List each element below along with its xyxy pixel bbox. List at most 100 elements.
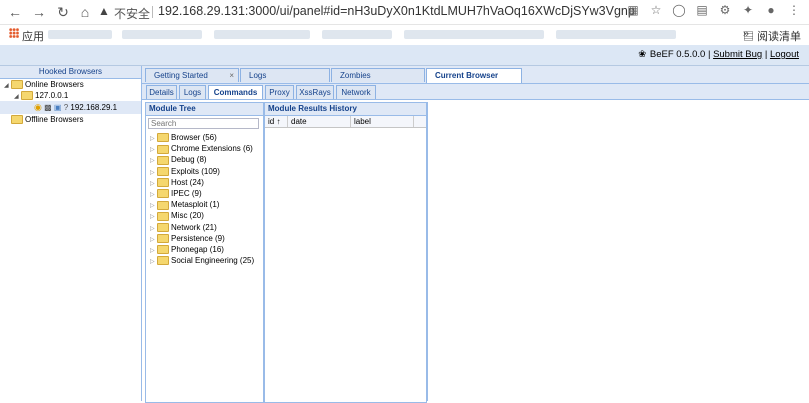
close-icon[interactable]: × [229,69,234,83]
back-icon[interactable]: ← [6,3,24,21]
module-results-panel: Module Results History id ↑ date label [264,102,427,403]
subtab-details[interactable]: Details [146,85,177,99]
os-icon: ▩ [44,103,52,112]
module-category[interactable]: ▷ Network (21) [150,222,262,233]
column-label[interactable]: label [351,116,414,127]
module-category-label: Persistence (9) [171,233,225,243]
module-category[interactable]: ▷ Social Engineering (25) [150,255,262,266]
main-tabs: Getting Started × Logs Zombies Current B… [142,66,809,84]
subtab-commands[interactable]: Commands [208,85,263,99]
module-search-input[interactable] [148,118,259,129]
beef-version: BeEF 0.5.0.0 [649,49,706,60]
folder-icon [157,245,169,255]
unknown-icon: ? [63,103,69,112]
folder-icon [157,222,169,232]
beef-header-links: ❀ BeEF 0.5.0.0 | Submit Bug | Logout [637,49,799,60]
module-category[interactable]: ▷ Metasploit (1) [150,199,262,210]
profile-icon[interactable]: ● [764,3,778,17]
tab-logs[interactable]: Logs [240,68,330,82]
expand-arrow-icon[interactable]: ▷ [150,257,157,268]
folder-icon [157,155,169,165]
main-area: Getting Started × Logs Zombies Current B… [142,66,809,403]
header-divider: | [707,49,711,60]
module-category[interactable]: ▷ IPEC (9) [150,188,262,199]
folder-icon [157,189,169,199]
tab-current-browser[interactable]: Current Browser [426,68,522,83]
folder-icon [21,91,33,101]
bookmark-blurred[interactable] [404,30,544,39]
module-category[interactable]: ▷ Exploits (109) [150,166,262,177]
folder-icon [157,166,169,176]
module-category[interactable]: ▷ Chrome Extensions (6) [150,143,262,154]
reading-list[interactable]: ▤ 阅读清单 [743,28,801,44]
submit-bug-link[interactable]: Submit Bug [713,49,762,60]
module-category[interactable]: ▷ Persistence (9) [150,233,262,244]
command-detail-panel [427,102,809,401]
hooked-browser-entry[interactable]: ◉ ▩ ▣ ? 192.168.29.1 [0,101,141,114]
apps-label[interactable]: 应用 [22,28,44,44]
subtab-network[interactable]: Network [336,85,376,99]
warning-icon[interactable]: ▲ [98,4,110,18]
browser-toolbar: ← → ↻ ⌂ ▲ 不安全 192.168.29.131:3000/ui/pan… [0,0,809,25]
module-category-label: Phonegap (16) [171,244,224,254]
module-tree-panel: Module Tree ▷Browser (56)▷Chrome Extensi… [145,102,264,403]
hooked-browsers-panel: Hooked Browsers ◢ Online Browsers ◢ 127.0.… [0,66,142,401]
tab-zombies[interactable]: Zombies [331,68,425,82]
bookmark-blurred[interactable] [214,30,310,39]
bookmark-blurred[interactable] [322,30,392,39]
settings-icon[interactable]: ⚙ [718,3,732,17]
extension-icons: ▦ ☆ ◯ ▤ ⚙ ✦ ● ⋮ [626,3,801,17]
chrome-icon: ◉ [34,102,42,112]
module-category-label: Social Engineering (25) [171,256,255,266]
subtab-logs[interactable]: Logs [179,85,206,99]
module-category-label: Browser (56) [171,133,217,142]
online-browsers-node[interactable]: ◢ Online Browsers [0,79,141,90]
module-category-label: Exploits (109) [171,166,220,176]
puzzle-icon[interactable]: ✦ [741,3,755,17]
home-icon[interactable]: ⌂ [76,3,94,21]
tab-label: Getting Started [154,71,208,80]
folder-icon [157,211,169,221]
reload-icon[interactable]: ↻ [54,3,72,21]
module-category[interactable]: ▷ Host (24) [150,177,262,188]
module-list: ▷ Browser (56) ▷ Chrome Extensions (6) ▷ Debu… [150,132,262,266]
folder-icon [157,256,169,266]
module-category[interactable]: ▷ Misc (20) [150,210,262,221]
bookmark-blurred[interactable] [48,30,112,39]
bookmark-blurred[interactable] [556,30,676,39]
logout-link[interactable]: Logout [770,49,799,60]
insecure-label[interactable]: 不安全 [114,5,150,22]
module-category-label: Network (21) [171,222,217,232]
column-id[interactable]: id ↑ [265,116,288,127]
browser-subtabs: Details Logs Commands Proxy XssRays Netw… [142,84,809,100]
module-category[interactable]: ▷ Phonegap (16) [150,244,262,255]
menu-icon[interactable]: ⋮ [787,3,801,17]
translate-icon[interactable]: ▦ [626,3,640,17]
beef-header: ❀ BeEF 0.5.0.0 | Submit Bug | Logout [0,45,809,66]
tab-search-icon[interactable]: ▤ [695,3,709,17]
tab-label: Current Browser [435,71,499,80]
bookmark-blurred[interactable] [122,30,202,39]
host-node[interactable]: ◢ 127.0.0.1 [0,90,141,101]
offline-browsers-node[interactable]: Offline Browsers [0,114,141,125]
module-category-label: Misc (20) [171,211,204,221]
module-results-title: Module Results History [265,103,426,116]
module-category[interactable]: ▷ Debug (8) [150,154,262,165]
folder-icon [157,234,169,244]
forward-icon[interactable]: → [30,3,48,21]
subtab-proxy[interactable]: Proxy [265,85,294,99]
column-date[interactable]: date [288,116,351,127]
module-category-label: IPEC (9) [171,188,202,198]
apps-grid-icon[interactable] [9,28,19,38]
address-bar[interactable]: 192.168.29.131:3000/ui/panel#id=nH3uDyX0… [158,4,636,18]
star-icon[interactable]: ☆ [649,3,663,17]
extension-icon[interactable]: ◯ [672,3,686,17]
module-category-label: Chrome Extensions (6) [171,144,253,154]
module-category-label: Debug (8) [171,155,207,165]
module-category[interactable]: ▷ Browser (56) [150,132,262,143]
tab-getting-started[interactable]: Getting Started × [145,68,239,82]
subtab-xssrays[interactable]: XssRays [296,85,334,99]
results-column-headers: id ↑ date label [265,116,426,128]
module-tree-title: Module Tree [146,103,263,116]
folder-icon [157,178,169,188]
